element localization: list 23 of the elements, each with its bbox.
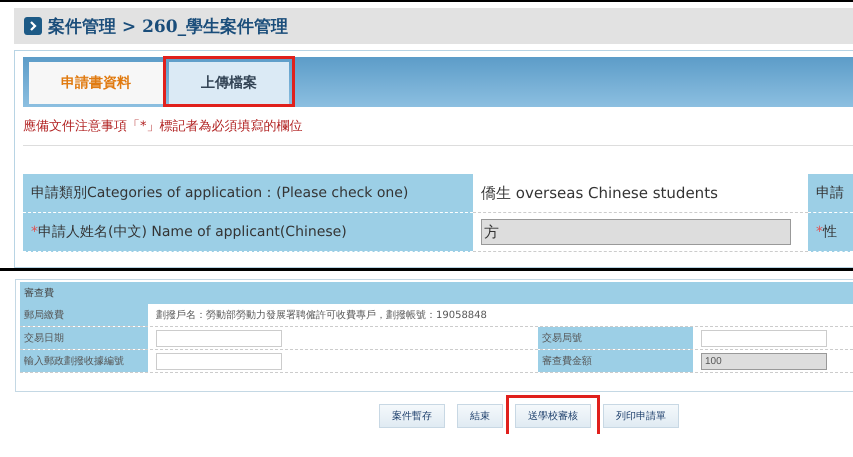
field-label: 輸入郵政劃撥收據編號 <box>20 350 148 372</box>
field-label: *性 <box>808 213 853 252</box>
tab[interactable]: 上傳檔案 <box>169 62 289 104</box>
input-field[interactable] <box>156 352 282 370</box>
field-label: 申請類別Categories of application：(Please check one) <box>23 174 473 213</box>
section-header: 審查費 <box>20 282 853 304</box>
name-field[interactable]: 方 <box>481 219 791 245</box>
field-value: 劃撥戶名：勞動部勞動力發展署聘僱許可收費專戶，劃撥帳號：19058848 <box>155 308 488 323</box>
input-field[interactable]: 100 <box>701 352 827 370</box>
action-button[interactable]: 結束 <box>457 404 503 428</box>
field-label: 交易日期 <box>20 327 148 349</box>
input-field[interactable] <box>156 330 282 346</box>
action-button[interactable]: 送學校審核 <box>515 404 591 428</box>
field-label: *申請人姓名(中文) Name of applicant(Chinese) <box>23 213 473 252</box>
input-field[interactable] <box>701 330 827 346</box>
field-label: 郵局繳費 <box>20 304 148 326</box>
action-button[interactable]: 案件暫存 <box>379 404 445 428</box>
field-label: 審查費金額 <box>538 350 693 372</box>
field-label: 申請 <box>808 174 853 213</box>
action-button[interactable]: 列印申請單 <box>603 404 679 428</box>
field-label: 交易局號 <box>538 327 693 349</box>
breadcrumb: 案件管理 > 260_學生案件管理 <box>48 16 288 38</box>
notice-text: 應備文件注意事項「*」標記者為必須填寫的欄位 <box>23 107 853 146</box>
